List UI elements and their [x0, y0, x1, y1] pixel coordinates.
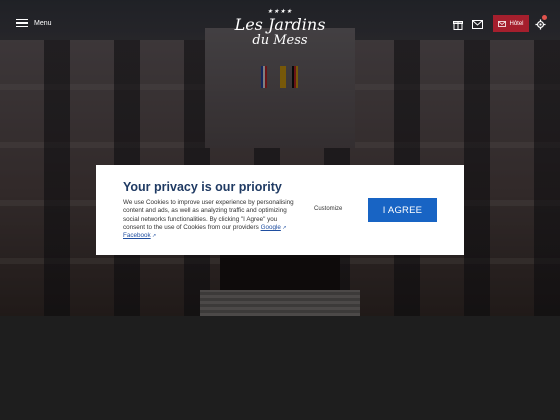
cookie-body: We use Cookies to improve user experienc… — [123, 199, 298, 240]
mail-icon — [498, 20, 507, 27]
logo-title: Les Jardins — [234, 15, 326, 34]
logo-subtitle: du Mess — [252, 33, 308, 48]
customize-button[interactable]: Customize — [314, 206, 342, 212]
menu-button[interactable]: Menu — [16, 19, 52, 27]
external-link-icon: ↗ — [150, 233, 157, 240]
mail-icon[interactable] — [470, 17, 484, 31]
facebook-link[interactable]: Facebook — [123, 232, 151, 239]
book-button[interactable]: Hôtel — [493, 15, 529, 32]
menu-label: Menu — [34, 19, 52, 27]
gift-icon[interactable] — [451, 17, 465, 31]
hamburger-icon — [16, 19, 28, 27]
agree-button[interactable]: I AGREE — [368, 198, 437, 222]
cookie-consent-dialog: Your privacy is our priority We use Cook… — [96, 165, 464, 255]
book-button-label: Hôtel — [509, 20, 524, 27]
logo-stars: ★★★★ — [267, 8, 293, 15]
site-logo[interactable]: ★★★★ Les Jardins du Mess — [226, 6, 334, 52]
google-link[interactable]: Google — [261, 224, 281, 231]
notification-badge — [542, 15, 547, 20]
external-link-icon: ↗ — [280, 224, 287, 231]
cookie-title: Your privacy is our priority — [123, 180, 282, 194]
